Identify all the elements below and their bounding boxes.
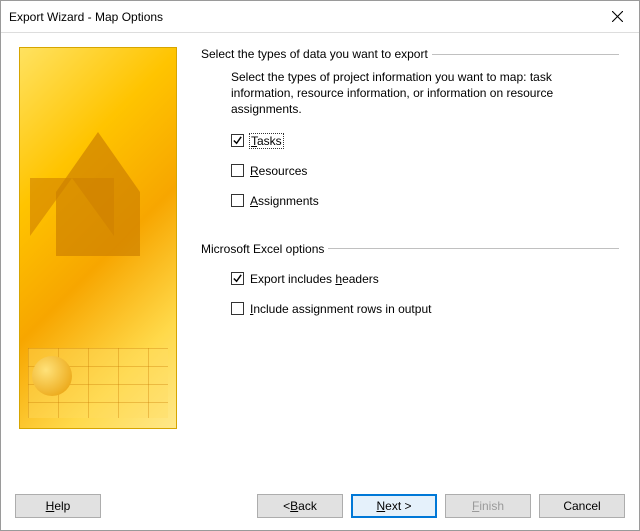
finish-button: Finish (445, 494, 531, 518)
wizard-banner-image (19, 47, 177, 429)
data-types-help-text: Select the types of project information … (231, 69, 591, 118)
resources-label: Resources (250, 164, 307, 178)
data-types-legend: Select the types of data you want to exp… (201, 47, 432, 61)
tasks-checkbox[interactable] (231, 134, 244, 147)
dialog-content: Select the types of data you want to exp… (1, 33, 639, 530)
form-area: Select the types of data you want to exp… (205, 47, 619, 356)
cancel-button[interactable]: Cancel (539, 494, 625, 518)
titlebar: Export Wizard - Map Options (1, 1, 639, 33)
assignments-label: Assignments (250, 194, 319, 208)
close-button[interactable] (595, 2, 639, 32)
window-title: Export Wizard - Map Options (9, 10, 595, 24)
resources-checkbox[interactable] (231, 164, 244, 177)
button-row: Help < Back Next > Finish Cancel (15, 494, 625, 518)
export-headers-checkbox-row[interactable]: Export includes headers (231, 272, 619, 286)
close-icon (612, 11, 623, 22)
export-headers-label: Export includes headers (250, 272, 379, 286)
next-button[interactable]: Next > (351, 494, 437, 518)
export-wizard-dialog: Export Wizard - Map Options Select the t… (0, 0, 640, 531)
include-assignment-rows-checkbox[interactable] (231, 302, 244, 315)
include-assignment-rows-checkbox-row[interactable]: Include assignment rows in output (231, 302, 619, 316)
tasks-checkbox-row[interactable]: Tasks (231, 134, 619, 148)
export-headers-checkbox[interactable] (231, 272, 244, 285)
assignments-checkbox-row[interactable]: Assignments (231, 194, 619, 208)
include-assignment-rows-label: Include assignment rows in output (250, 302, 431, 316)
excel-options-group: Microsoft Excel options Export includes … (205, 242, 619, 338)
resources-checkbox-row[interactable]: Resources (231, 164, 619, 178)
tasks-label: Tasks (250, 134, 283, 148)
assignments-checkbox[interactable] (231, 194, 244, 207)
checkmark-icon (232, 135, 243, 146)
help-button[interactable]: Help (15, 494, 101, 518)
back-button[interactable]: < Back (257, 494, 343, 518)
checkmark-icon (232, 273, 243, 284)
excel-options-legend: Microsoft Excel options (201, 242, 328, 256)
data-types-group: Select the types of data you want to exp… (205, 47, 619, 224)
